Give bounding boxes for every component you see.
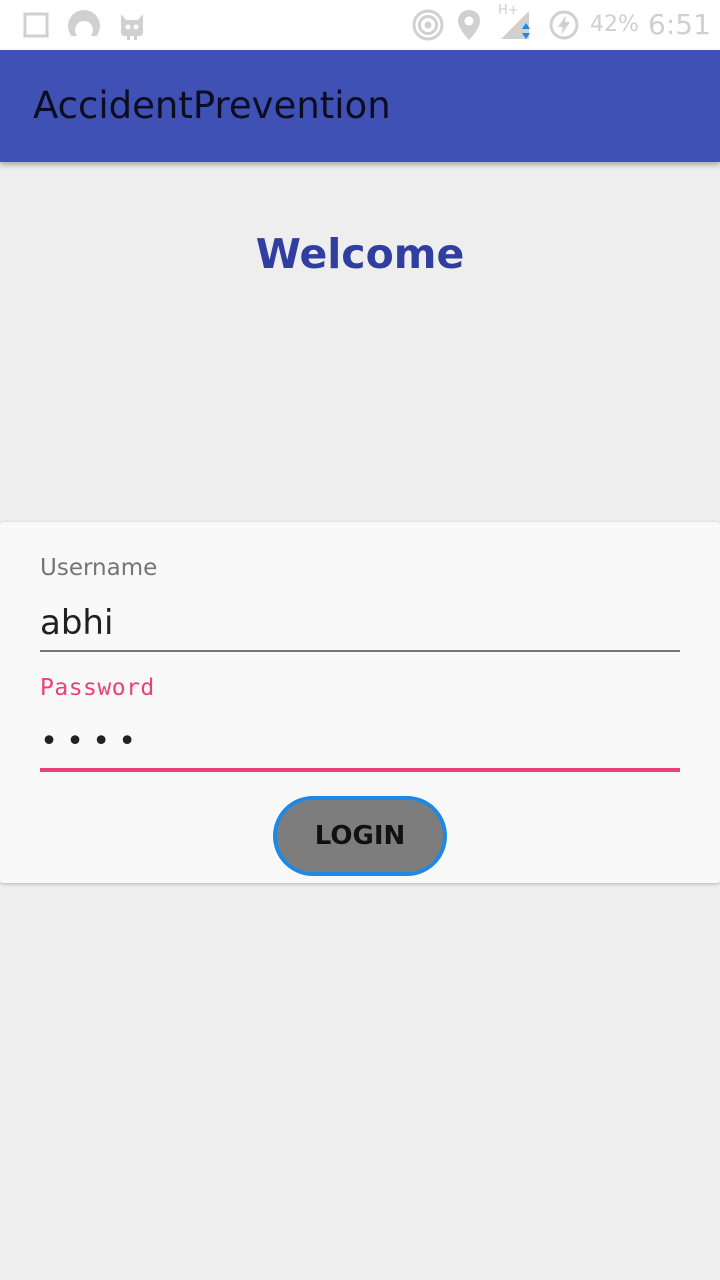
app-bar: AccidentPrevention (0, 50, 720, 162)
password-field[interactable] (40, 714, 680, 772)
status-bar: H+ 42% 6:51 (0, 0, 720, 50)
welcome-heading: Welcome (255, 230, 465, 278)
app-title: AccidentPrevention (33, 84, 391, 127)
username-label: Username (40, 555, 158, 581)
username-field[interactable] (40, 596, 680, 652)
password-label: Password (40, 675, 155, 701)
cat-icon (114, 0, 150, 50)
network-type-label: H+ (498, 3, 519, 18)
clock-time: 6:51 (648, 8, 711, 41)
battery-percent: 42% (590, 12, 639, 37)
location-pin-icon (454, 0, 484, 50)
login-button[interactable]: LOGIN (273, 796, 447, 876)
login-card: Username Password LOGIN (0, 522, 720, 883)
hotspot-icon (410, 0, 446, 50)
battery-charging-icon (548, 0, 580, 50)
app-arc-icon (64, 0, 104, 50)
square-icon (20, 0, 52, 50)
